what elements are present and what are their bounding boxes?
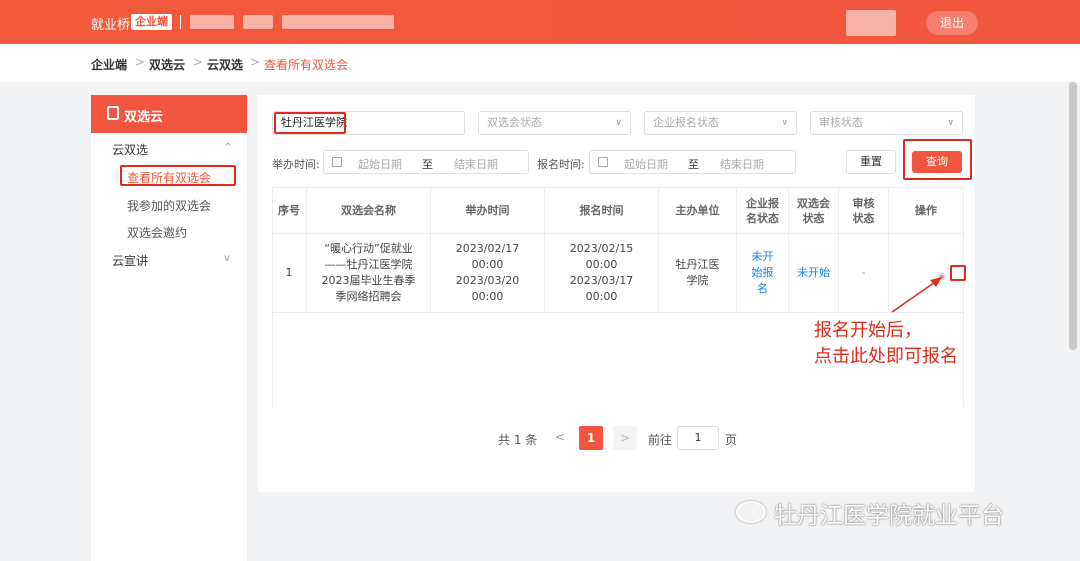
column-header: 序号 (272, 187, 307, 233)
cell-hold-time: 2023/02/17 00:00 2023/03/20 00:00 (431, 233, 545, 313)
sidebar-title: 双选云 (91, 95, 247, 133)
signup-date-range[interactable]: 起始日期 至 结束日期 (589, 150, 796, 174)
cell-signup-status: 未开始报名 (737, 233, 789, 313)
cell-signup-time: 2023/02/15 00:00 2023/03/17 00:00 (545, 233, 659, 313)
page-unit-label: 页 (725, 433, 738, 447)
fairs-table: 序号 双选会名称 举办时间 报名时间 主办单位 企业报名状态 双选会状态 审核状… (272, 187, 966, 407)
fair-status-select[interactable]: 双选会状态 ∨ (478, 111, 631, 135)
blurred-text (243, 15, 273, 29)
chevron-right-icon: > (250, 55, 261, 69)
chevron-down-icon: ∨ (781, 118, 788, 128)
breadcrumb-item[interactable]: 企业端 (91, 56, 127, 73)
column-header: 举办时间 (431, 187, 545, 233)
chevron-down-icon: ∨ (615, 118, 622, 128)
blurred-text (190, 15, 234, 29)
column-header: 双选会状态 (789, 187, 839, 233)
sidebar-item-all-fairs[interactable]: 查看所有双选会 (127, 169, 211, 186)
annotation-arrow (891, 277, 942, 313)
hold-date-range[interactable]: 起始日期 至 结束日期 (323, 150, 529, 174)
logout-button[interactable]: 退出 (926, 11, 978, 35)
page-1-button[interactable]: 1 (579, 426, 603, 450)
chevron-up-icon[interactable]: ^ (224, 142, 232, 153)
cell-index: 1 (272, 233, 307, 313)
wechat-icon (736, 501, 766, 523)
chevron-right-icon: > (135, 55, 146, 69)
column-header: 报名时间 (545, 187, 659, 233)
cell-fair-name: “暖心行动”促就业——牡丹江医学院2023届毕业生春季季网络招聘会 (307, 233, 431, 313)
hold-time-label: 举办时间: (272, 158, 320, 171)
sidebar: 双选云 云双选 ^ 查看所有双选会 我参加的双选会 双选会邀约 云宣讲 v (91, 95, 247, 561)
top-header: 就业桥 企业端 退出 (0, 0, 1080, 44)
page-jump-input[interactable]: 1 (677, 426, 719, 450)
annotation-text: 报名开始后， 点击此处即可报名 (814, 320, 958, 367)
watermark-text: 牡丹江医学院就业平台 (774, 503, 1004, 529)
column-header: 双选会名称 (307, 187, 431, 233)
sidebar-item-invitations[interactable]: 双选会邀约 (127, 224, 187, 241)
column-header: 审核状态 (839, 187, 889, 233)
goto-label: 前往 (648, 433, 673, 447)
sidebar-group-cloud-talk[interactable]: 云宣讲 (112, 252, 148, 269)
signup-status-select[interactable]: 企业报名状态 ∨ (644, 111, 797, 135)
reset-button[interactable]: 重置 (846, 150, 896, 174)
blurred-avatar (846, 10, 896, 36)
brand-name: 就业桥 (91, 18, 131, 33)
breadcrumb-item[interactable]: 双选云 (149, 56, 185, 73)
cell-fair-status: 未开始 (789, 233, 839, 313)
keyword-highlight (274, 112, 346, 134)
next-page-button[interactable]: > (613, 426, 637, 450)
module-icon (107, 106, 119, 120)
query-button[interactable]: 查询 (912, 151, 962, 173)
cell-organizer: 牡丹江医学院 (659, 233, 737, 313)
signup-time-label: 报名时间: (537, 158, 585, 171)
column-header: 企业报名状态 (737, 187, 789, 233)
calendar-icon (598, 157, 608, 167)
sidebar-group-cloud-fair[interactable]: 云双选 (112, 141, 148, 158)
sidebar-item-my-fairs[interactable]: 我参加的双选会 (127, 197, 211, 214)
breadcrumb: 企业端 > 双选云 > 云双选 > 查看所有双选会 (0, 44, 1080, 82)
prev-page-button[interactable]: < (555, 430, 565, 444)
main-panel: 牡丹江医学院 双选会状态 ∨ 企业报名状态 ∨ 审核状态 ∨ 举办时间: 起始日期 至… (258, 95, 975, 492)
chevron-down-icon[interactable]: v (224, 253, 230, 264)
review-status-select[interactable]: 审核状态 ∨ (810, 111, 963, 135)
pagination-total: 共 1 条 (498, 433, 538, 447)
calendar-icon (332, 157, 342, 167)
chevron-right-icon: > (193, 55, 204, 69)
breadcrumb-current: 查看所有双选会 (264, 58, 349, 72)
page-scrollbar[interactable] (1069, 82, 1077, 350)
breadcrumb-item[interactable]: 云双选 (207, 56, 243, 73)
chevron-down-icon: ∨ (947, 118, 954, 128)
portal-badge: 企业端 (131, 14, 172, 30)
column-header: 主办单位 (659, 187, 737, 233)
header-divider (180, 15, 181, 29)
blurred-text (282, 15, 394, 29)
column-header: 操作 (889, 187, 964, 233)
